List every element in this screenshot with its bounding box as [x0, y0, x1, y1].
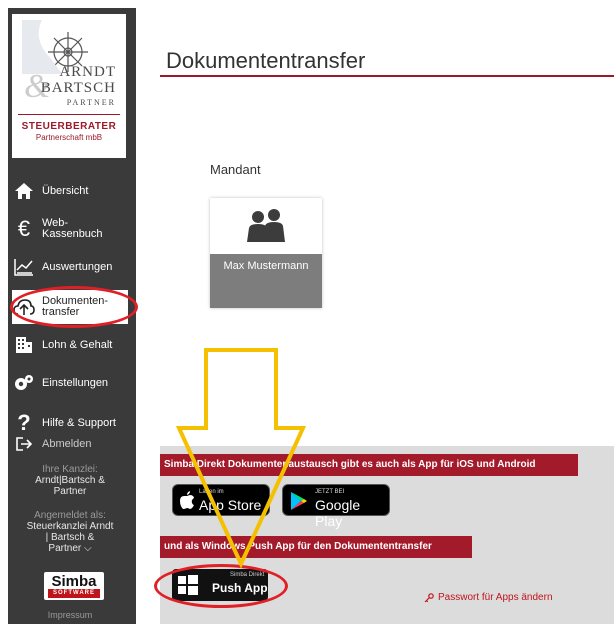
gears-icon [12, 372, 36, 394]
sidebar-item-label: Hilfe & Support [42, 416, 116, 429]
angemeldet-value: Steuerkanzlei Arndt [26, 521, 114, 532]
kanzlei-info: Ihre Kanzlei: Arndt|Bartsch & Partner [12, 464, 128, 497]
mandant-label: Mandant [210, 162, 261, 177]
sidebar-item-uebersicht[interactable]: Übersicht [12, 176, 128, 206]
apps-ios-android-banner: Simba Direkt Dokumentenaustausch gibt es… [160, 454, 578, 476]
sidebar-item-label: Kassenbuch [42, 228, 103, 240]
simba-logo-text: Simba [51, 573, 97, 590]
euro-icon: € [17, 216, 31, 241]
sidebar-item-web-kassenbuch[interactable]: € Web- Kassenbuch [12, 214, 128, 244]
simba-logo-subtext: SOFTWARE [48, 589, 100, 598]
upload-cloud-icon [12, 296, 36, 318]
title-divider [160, 75, 614, 77]
question-icon: ? [17, 410, 31, 435]
key-icon [424, 592, 434, 603]
password-change-link[interactable]: Passwort für Apps ändern [424, 592, 553, 603]
windows-icon [178, 575, 198, 600]
logo-divider [18, 114, 120, 115]
pushapp-small-text: Simba Direkt [230, 572, 265, 578]
page-title: Dokumententransfer [166, 48, 366, 73]
apps-windows-banner: und als Windows Push App für den Dokumen… [160, 536, 472, 558]
appstore-small-text: Laden im [199, 489, 224, 495]
pushapp-badge[interactable]: Simba Direkt Push App [172, 569, 268, 601]
sidebar-item-abmelden[interactable]: Abmelden [12, 434, 128, 454]
angemeldet-value: Partner ⌵ [48, 543, 92, 554]
kanzlei-label: Ihre Kanzlei: [42, 464, 98, 475]
kanzlei-value: Arndt|Bartsch & [35, 475, 105, 486]
appstore-badge[interactable]: Laden im App Store [172, 484, 270, 516]
simba-software-logo[interactable]: Simba SOFTWARE [44, 572, 104, 600]
users-icon [247, 209, 285, 242]
angemeldet-label: Angemeldet als: [34, 510, 106, 521]
kanzlei-value: Partner [53, 486, 87, 497]
sidebar-item-label: Auswertungen [42, 260, 113, 273]
angemeldet-value: | Bartsch & [45, 532, 95, 543]
logo-name-bartsch: BARTSCH [40, 80, 116, 96]
mandant-card[interactable]: Max Mustermann [210, 198, 322, 308]
logo-name-arndt: ARNDT [59, 64, 116, 80]
chart-icon [12, 256, 36, 278]
googleplay-big-text: Google Play [315, 497, 361, 529]
logo-steuerberater: STEUERBERATER [21, 121, 117, 132]
sidebar-item-label: Lohn & Gehalt [42, 338, 113, 351]
play-icon [290, 491, 308, 516]
angemeldet-info[interactable]: Angemeldet als: Steuerkanzlei Arndt | Ba… [12, 510, 128, 554]
sidebar-item-label: Einstellungen [42, 376, 109, 389]
sidebar-item-einstellungen[interactable]: Einstellungen [12, 368, 128, 398]
sidebar-item-label: transfer [42, 306, 80, 318]
sidebar-item-dokumententransfer[interactable]: Dokumenten- transfer [12, 290, 128, 324]
apple-icon [179, 490, 195, 515]
sidebar-item-label: Abmelden [42, 437, 92, 450]
kanzlei-logo[interactable]: & ARNDT BARTSCH PARTNER STEUERBERATER Pa… [12, 14, 126, 158]
logout-icon [12, 433, 36, 455]
googleplay-small-text: JETZT BEI [315, 489, 345, 495]
password-change-label: Passwort für Apps ändern [438, 592, 553, 603]
logo-partnerschaft: Partnerschaft mbB [35, 133, 103, 142]
sidebar-item-label: Übersicht [42, 184, 89, 197]
home-icon [12, 180, 36, 202]
mandant-name: Max Mustermann [210, 254, 322, 308]
sidebar-item-lohn-gehalt[interactable]: Lohn & Gehalt [12, 330, 128, 360]
pushapp-big-text: Push App [212, 581, 268, 595]
sidebar-item-auswertungen[interactable]: Auswertungen [12, 252, 128, 282]
logo-partner: PARTNER [66, 98, 116, 107]
building-icon [12, 334, 36, 356]
googleplay-badge[interactable]: JETZT BEI Google Play [282, 484, 390, 529]
impressum-link[interactable]: Impressum [12, 610, 128, 620]
appstore-big-text: App Store [199, 497, 262, 513]
